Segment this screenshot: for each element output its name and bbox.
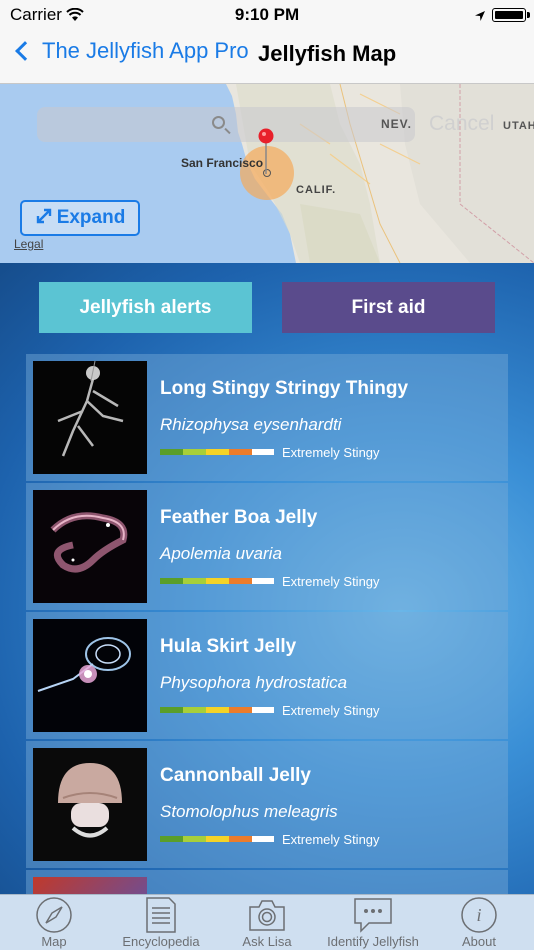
sting-scale-segment <box>183 578 206 584</box>
apolemia-photo-icon <box>33 490 147 603</box>
sting-level-label: Extremely Stingy <box>282 574 380 589</box>
sting-scale-segment <box>160 578 183 584</box>
tab-label: Map <box>41 934 67 949</box>
sting-scale-segment <box>206 449 229 455</box>
jellyfish-scientific-name: Stomolophus meleagris <box>160 802 338 821</box>
jellyfish-name: Feather Boa Jelly <box>160 507 318 528</box>
rhizophysa-photo-icon <box>33 361 147 474</box>
sting-scale-segment <box>160 707 183 713</box>
sting-scale-segment <box>206 578 229 584</box>
jellyfish-scientific-name: Rhizophysa eysenhardti <box>160 415 342 434</box>
sting-scale-segment <box>229 707 252 713</box>
jellyfish-card[interactable]: Cannonball Jelly Stomolophus meleagris E… <box>26 741 508 868</box>
cancel-button[interactable]: Cancel <box>429 112 494 136</box>
physophora-photo-icon <box>33 619 147 732</box>
jellyfish-photo-icon <box>33 877 147 894</box>
sting-scale-segment <box>206 707 229 713</box>
expand-arrows-icon <box>35 207 53 230</box>
jellyfish-name: Cannonball Jelly <box>160 765 311 786</box>
jellyfish-card[interactable]: Feather Boa Jelly Apolemia uvaria Extrem… <box>26 483 508 610</box>
jellyfish-card[interactable] <box>26 870 508 894</box>
page-title: Jellyfish Map <box>258 41 397 66</box>
sting-scale-segment <box>229 836 252 842</box>
map-view[interactable]: NEV. Cancel UTAH CALIF. San Francisco Ex… <box>0 84 534 263</box>
back-button-label: The Jellyfish App Pro <box>42 38 249 63</box>
chevron-left-icon <box>15 41 35 61</box>
sting-scale-segment <box>183 836 206 842</box>
sting-scale-segment <box>206 836 229 842</box>
sting-scale-bar <box>160 449 274 455</box>
tab-about[interactable]: i About <box>458 895 500 950</box>
jellyfish-name: Hula Skirt Jelly <box>160 636 297 657</box>
tab-label: Encyclopedia <box>122 934 200 949</box>
sting-scale-bar <box>160 836 274 842</box>
jellyfish-scientific-name: Apolemia uvaria <box>160 544 282 563</box>
info-icon: i <box>459 896 499 934</box>
jellyfish-alerts-button[interactable]: Jellyfish alerts <box>39 282 252 333</box>
sting-level-label: Extremely Stingy <box>282 445 380 460</box>
sting-scale-segment <box>160 449 183 455</box>
search-icon <box>212 116 225 129</box>
sting-scale-segment <box>229 578 252 584</box>
map-label-utah: UTAH <box>503 120 534 132</box>
svg-text:i: i <box>476 905 481 925</box>
tab-label: Ask Lisa <box>242 934 292 949</box>
sting-scale-bar <box>160 578 274 584</box>
jellyfish-card[interactable]: Long Stingy Stringy Thingy Rhizophysa ey… <box>26 354 508 481</box>
sting-level-label: Extremely Stingy <box>282 703 380 718</box>
tab-encyclopedia[interactable]: Encyclopedia <box>116 895 206 950</box>
sting-scale-bar <box>160 707 274 713</box>
stomolophus-photo-icon <box>33 748 147 861</box>
map-label-nevada: NEV. <box>381 117 412 131</box>
back-button[interactable]: The Jellyfish App Pro <box>12 38 249 64</box>
first-aid-button[interactable]: First aid <box>282 282 495 333</box>
legal-link[interactable]: Legal <box>14 237 43 251</box>
sting-scale-segment <box>183 707 206 713</box>
battery-icon <box>492 8 530 22</box>
expand-label: Expand <box>56 207 126 228</box>
tab-ask-lisa[interactable]: Ask Lisa <box>238 895 296 950</box>
jellyfish-scientific-name: Physophora hydrostatica <box>160 673 348 692</box>
sting-scale-segment <box>252 449 274 455</box>
map-label-city: San Francisco <box>181 156 264 170</box>
tab-identify-jellyfish[interactable]: Identify Jellyfish <box>318 895 428 950</box>
clock: 9:10 PM <box>234 5 300 24</box>
camera-icon <box>247 896 287 934</box>
compass-icon <box>34 896 74 934</box>
tab-map[interactable]: Map <box>34 895 74 950</box>
sting-level-label: Extremely Stingy <box>282 832 380 847</box>
expand-map-button[interactable]: Expand <box>20 200 140 236</box>
navigation-bar: Carrier 9:10 PM The Jellyfish App Pro Je… <box>0 0 534 84</box>
tab-bar: Map Encyclopedia Ask Lisa Identify Jelly… <box>0 894 534 950</box>
map-search-field[interactable]: NEV. <box>37 107 415 142</box>
sting-scale-segment <box>252 578 274 584</box>
location-arrow-icon <box>474 7 486 27</box>
jellyfish-card[interactable]: Hula Skirt Jelly Physophora hydrostatica… <box>26 612 508 739</box>
tab-label: About <box>462 934 496 949</box>
map-pin-icon[interactable] <box>258 128 274 179</box>
jellyfish-name: Long Stingy Stringy Thingy <box>160 378 409 399</box>
sting-scale-segment <box>160 836 183 842</box>
sting-scale-segment <box>252 836 274 842</box>
chat-bubble-icon <box>353 896 393 934</box>
document-icon <box>141 896 181 934</box>
jellyfish-list-panel: Jellyfish alerts First aid Long Stingy S… <box>0 263 534 894</box>
sting-scale-segment <box>229 449 252 455</box>
sting-scale-segment <box>252 707 274 713</box>
map-label-california: CALIF. <box>296 184 337 196</box>
sting-scale-segment <box>183 449 206 455</box>
tab-label: Identify Jellyfish <box>327 934 419 949</box>
status-bar: Carrier 9:10 PM <box>0 0 534 28</box>
